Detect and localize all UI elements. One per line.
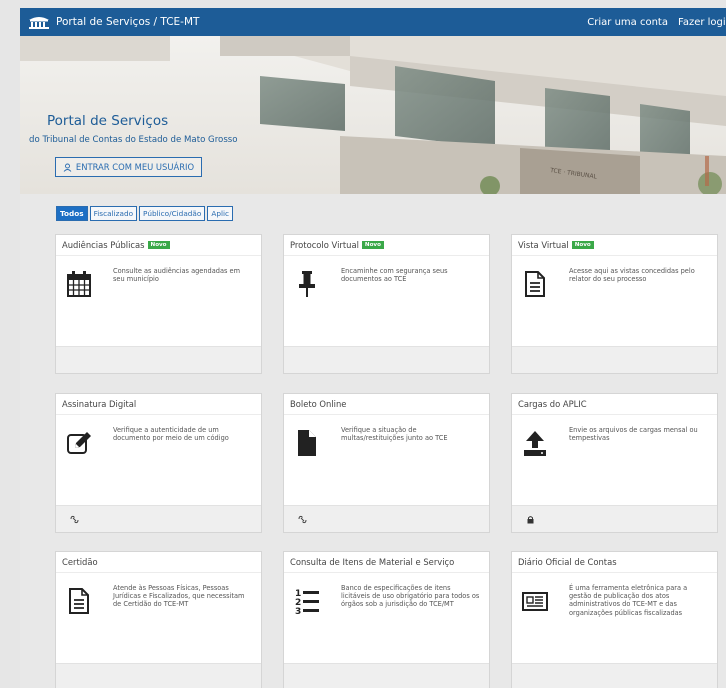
card-description: Acesse aqui as vistas concedidas pelo re… bbox=[569, 267, 695, 284]
card-footer bbox=[512, 346, 717, 373]
service-card-consulta-itens[interactable]: Consulta de Itens de Material e Serviço … bbox=[283, 551, 490, 688]
login-link[interactable]: Fazer login bbox=[678, 17, 726, 28]
card-description: Verifique a situação de multas/restituiç… bbox=[341, 426, 448, 443]
calendar-icon bbox=[67, 271, 91, 297]
new-badge: Novo bbox=[147, 241, 170, 249]
institution-logo-icon bbox=[29, 17, 49, 29]
service-card-vista-virtual[interactable]: Vista Virtual Novo Acesse aqui as vistas … bbox=[511, 234, 718, 374]
site-title: Portal de Serviços / TCE-MT bbox=[56, 16, 200, 28]
card-description: Encaminhe com segurança seus documentos … bbox=[341, 267, 448, 284]
user-icon bbox=[63, 163, 72, 172]
portal-page: Portal de Serviços / TCE-MT Criar uma co… bbox=[20, 8, 726, 688]
card-footer bbox=[56, 663, 261, 688]
card-title: Boleto Online bbox=[290, 399, 347, 409]
card-description: Atende às Pessoas Físicas, Pessoas Juríd… bbox=[113, 584, 245, 609]
card-footer bbox=[284, 346, 489, 373]
card-description: Banco de especificações de itens licitáv… bbox=[341, 584, 480, 609]
tab-todos[interactable]: Todos bbox=[56, 206, 88, 221]
card-description: Consulte as audiências agendadas em seu … bbox=[113, 267, 241, 284]
numbered-list-icon: 1 2 3 bbox=[295, 589, 319, 615]
card-title: Protocolo Virtual bbox=[290, 240, 359, 250]
card-footer bbox=[512, 663, 717, 688]
document-icon bbox=[69, 588, 89, 614]
hero-title: Portal de Serviços bbox=[47, 113, 169, 129]
card-footer bbox=[56, 346, 261, 373]
service-card-boleto-online[interactable]: Boleto Online Verifique a situação de mu… bbox=[283, 393, 490, 533]
link-icon[interactable] bbox=[70, 515, 79, 524]
card-title: Certidão bbox=[62, 557, 98, 567]
card-description: Envie os arquivos de cargas mensal ou te… bbox=[569, 426, 698, 443]
hero-subtitle: do Tribunal de Contas do Estado de Mato … bbox=[29, 135, 238, 145]
tab-fiscalizado[interactable]: Fiscalizado bbox=[89, 206, 138, 221]
service-card-cargas-aplic[interactable]: Cargas do APLIC Envie os arquivos de car… bbox=[511, 393, 718, 533]
tab-aplic[interactable]: Aplic bbox=[207, 206, 234, 221]
card-footer bbox=[56, 505, 261, 532]
upload-icon bbox=[524, 431, 546, 456]
service-card-certidao[interactable]: Certidão Atende às Pessoas Físicas, Pess… bbox=[55, 551, 262, 688]
link-icon[interactable] bbox=[298, 515, 307, 524]
file-icon bbox=[298, 430, 316, 456]
new-badge: Novo bbox=[571, 241, 594, 249]
service-card-audiencias-publicas[interactable]: Audiências Públicas Novo Consulte as audi… bbox=[55, 234, 262, 374]
svg-text:3: 3 bbox=[295, 607, 301, 615]
top-navbar: Portal de Serviços / TCE-MT Criar uma co… bbox=[20, 8, 726, 36]
document-icon bbox=[525, 271, 545, 297]
service-card-protocolo-virtual[interactable]: Protocolo Virtual Novo Encaminhe com segu… bbox=[283, 234, 490, 374]
card-title: Cargas do APLIC bbox=[518, 399, 587, 409]
tab-publico-cidadao[interactable]: Público/Cidadão bbox=[139, 206, 206, 221]
card-description: É uma ferramenta eletrônica para a gestã… bbox=[569, 584, 688, 617]
card-title: Diário Oficial de Contas bbox=[518, 557, 617, 567]
newspaper-icon bbox=[522, 592, 548, 611]
new-badge: Novo bbox=[361, 241, 384, 249]
edit-icon bbox=[67, 432, 91, 454]
hero-banner: TCE · TRIBUNAL Portal de Serviços do Tri… bbox=[20, 36, 726, 194]
card-footer bbox=[284, 663, 489, 688]
pushpin-icon bbox=[299, 271, 315, 297]
service-card-diario-oficial[interactable]: Diário Oficial de Contas É uma ferrament… bbox=[511, 551, 718, 688]
category-tabs: Todos Fiscalizado Público/Cidadão Aplic bbox=[56, 206, 234, 221]
brand-link[interactable]: Portal de Serviços / TCE-MT bbox=[28, 15, 199, 29]
service-card-assinatura-digital[interactable]: Assinatura Digital Verifique a autentici… bbox=[55, 393, 262, 533]
card-description: Verifique a autenticidade de um document… bbox=[113, 426, 229, 443]
card-footer bbox=[284, 505, 489, 532]
card-title: Consulta de Itens de Material e Serviço bbox=[290, 557, 455, 567]
login-with-user-button[interactable]: ENTRAR COM MEU USUÁRIO bbox=[55, 157, 202, 177]
card-footer bbox=[512, 505, 717, 532]
create-account-link[interactable]: Criar uma conta bbox=[587, 17, 668, 28]
card-title: Assinatura Digital bbox=[62, 399, 137, 409]
card-title: Vista Virtual bbox=[518, 240, 569, 250]
lock-icon[interactable] bbox=[526, 515, 535, 524]
login-button-label: ENTRAR COM MEU USUÁRIO bbox=[75, 162, 195, 172]
card-title: Audiências Públicas bbox=[62, 240, 145, 250]
